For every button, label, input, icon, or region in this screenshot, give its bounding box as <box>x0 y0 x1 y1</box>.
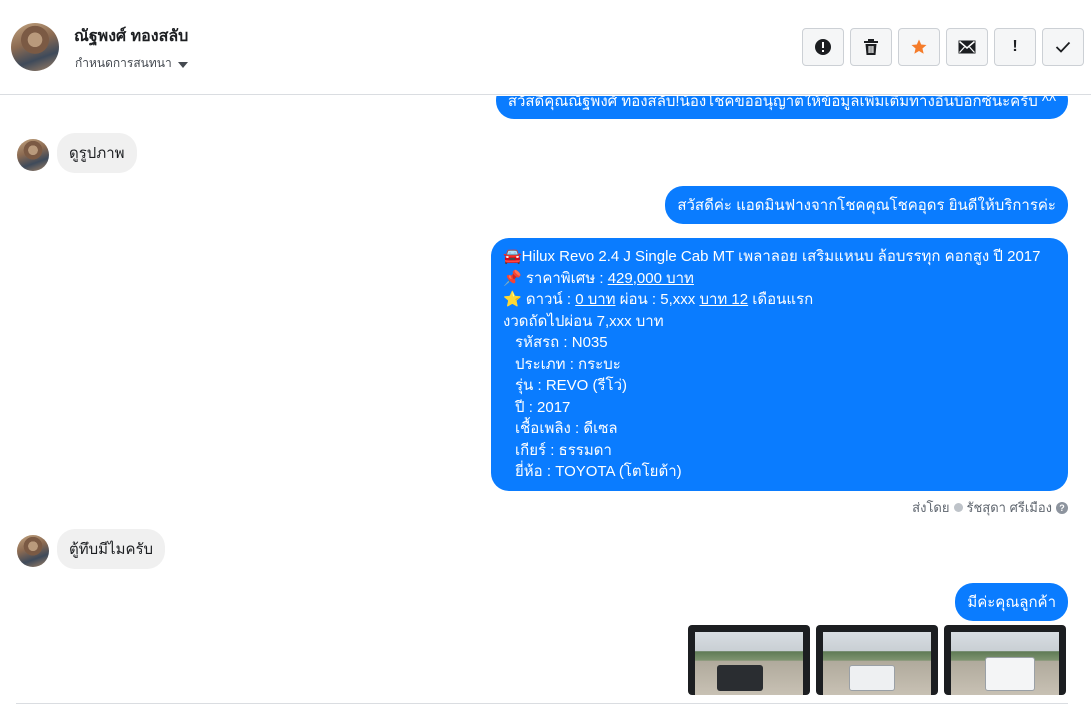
sent-by-info: ส่งโดย รัชสุดา ศรีเมือง ? <box>912 497 1068 518</box>
down-prefix: ⭐ ดาวน์ : <box>503 291 576 308</box>
photo-attachments <box>688 625 1066 695</box>
message-thread[interactable]: สวัสดีคุณณัฐพงศ์ ทองสลับ!น้องโชคขออนุญาต… <box>0 96 1091 703</box>
caret-down-icon <box>177 61 188 68</box>
done-check-icon <box>1055 41 1071 53</box>
contact-name[interactable]: ณัฐพงศ์ ทองสลับ <box>74 24 188 49</box>
header-actions: ! <box>802 28 1084 66</box>
assign-label: กำหนดการสนทนา <box>75 56 172 70</box>
installment-link[interactable]: บาท 12 <box>699 291 748 308</box>
outgoing-message: สวัสดีค่ะ แอดมินฟางจากโชคคุณโชคอุดร ยินด… <box>665 186 1068 224</box>
photo-truck-box[interactable] <box>944 625 1066 695</box>
contact-avatar[interactable] <box>11 23 59 71</box>
follow-up-button[interactable]: ! <box>994 28 1036 66</box>
sent-by-name: รัชสุดา ศรีเมือง <box>966 500 1053 515</box>
photo-truck-white-cab[interactable] <box>816 625 938 695</box>
listing-brand: ยี่ห้อ : TOYOTA (โตโยต้า) <box>515 463 682 480</box>
admin-avatar-dot-icon <box>953 503 963 512</box>
price-prefix: 📌 ราคาพิเศษ : <box>503 269 608 287</box>
delete-button[interactable] <box>850 28 892 66</box>
mark-done-button[interactable] <box>1042 28 1084 66</box>
listing-code: รหัสรถ : N035 <box>515 334 608 351</box>
report-icon <box>815 39 831 55</box>
listing-model: รุ่น : REVO (รีโว่) <box>515 377 628 394</box>
listing-price-line: 📌 ราคาพิเศษ : 429,000 บาท <box>503 268 1056 290</box>
listing-fuel: เชื้อเพลิง : ดีเซล <box>515 420 618 437</box>
next-installment: งวดถัดไปผ่อน 7,xxx บาท <box>503 312 664 330</box>
report-button[interactable] <box>802 28 844 66</box>
listing-down-line: ⭐ ดาวน์ : 0 บาท ผ่อน : 5,xxx บาท 12 เดือ… <box>503 289 1056 311</box>
star-icon <box>911 39 927 54</box>
contact-avatar-small <box>17 535 49 567</box>
incoming-message[interactable]: ดูรูปภาพ <box>57 133 137 173</box>
sent-by-prefix: ส่งโดย <box>912 500 950 515</box>
installment-text: ผ่อน : 5,xxx <box>615 291 700 308</box>
assign-conversation-dropdown[interactable]: กำหนดการสนทนา <box>75 54 188 73</box>
incoming-message[interactable]: ตู้ทึบมีไมครับ <box>57 529 166 569</box>
price-link[interactable]: 429,000 บาท <box>608 270 694 287</box>
mail-icon <box>958 40 976 54</box>
listing-gear: เกียร์ : ธรรมดา <box>515 441 612 459</box>
photo-truck-black[interactable] <box>688 625 810 695</box>
help-icon[interactable]: ? <box>1056 501 1068 514</box>
outgoing-message: สวัสดีคุณณัฐพงศ์ ทองสลับ!น้องโชคขออนุญาต… <box>495 96 1068 119</box>
mark-unread-button[interactable] <box>946 28 988 66</box>
star-button[interactable] <box>898 28 940 66</box>
listing-type: ประเภท : กระบะ <box>515 355 621 373</box>
outgoing-message: มีค่ะคุณลูกค้า <box>955 583 1068 621</box>
trash-icon <box>864 39 878 55</box>
down-link[interactable]: 0 บาท <box>575 291 615 308</box>
listing-title: 🚘Hilux Revo 2.4 J Single Cab MT เพลาลอย … <box>503 248 1041 265</box>
follow-up-label: ! <box>1012 38 1018 55</box>
listing-year: ปี : 2017 <box>515 398 571 416</box>
contact-avatar-small <box>17 139 49 171</box>
outgoing-message-listing: 🚘Hilux Revo 2.4 J Single Cab MT เพลาลอย … <box>491 238 1068 491</box>
installment-suffix: เดือนแรก <box>748 291 814 308</box>
conversation-header: ณัฐพงศ์ ทองสลับ กำหนดการสนทนา ! <box>0 0 1091 95</box>
